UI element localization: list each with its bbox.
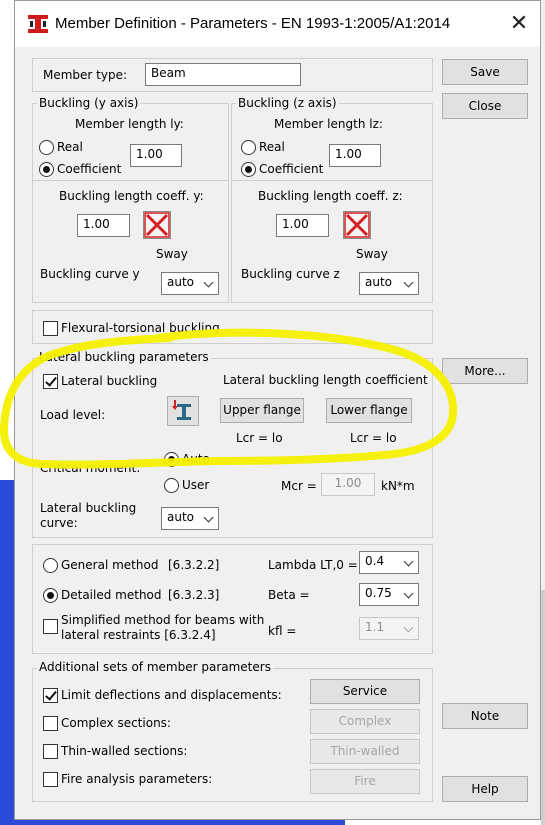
yellow-highlight-annotation <box>0 328 458 469</box>
